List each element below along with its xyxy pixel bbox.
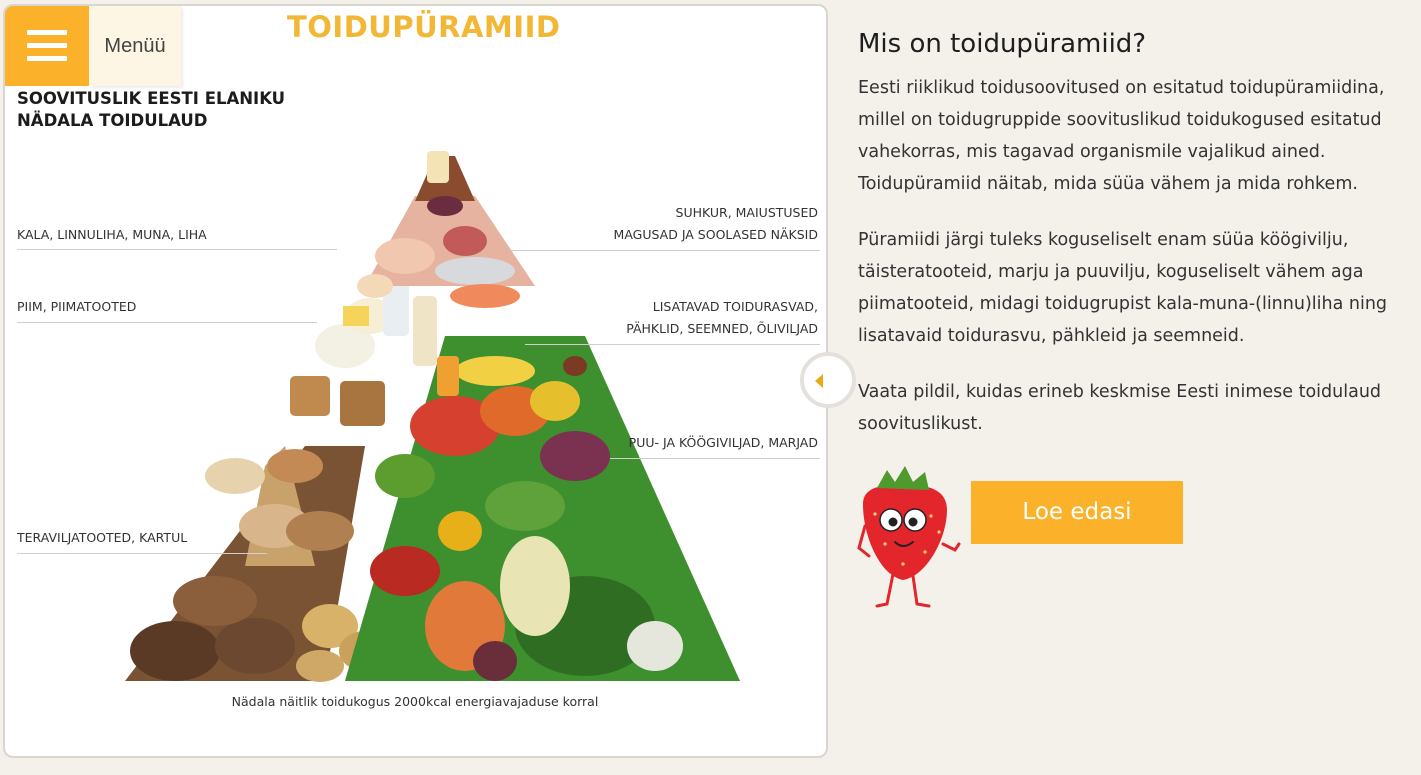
label-fish-meat: KALA, LINNULIHA, MUNA, LIHA bbox=[17, 227, 207, 242]
chevron-left-icon bbox=[815, 374, 823, 388]
label-sweets-line2: MAGUSAD JA SOOLASED NÄKSID bbox=[613, 227, 818, 242]
label-dairy: PIIM, PIIMATOOTED bbox=[17, 299, 137, 314]
pyramid-title: TOIDUPÜRAMIID bbox=[287, 10, 561, 44]
pyramid-subtitle-line2: NÄDALA TOIDULAUD bbox=[17, 111, 208, 130]
info-paragraph: Püramiidi järgi tuleks koguseliselt enam… bbox=[858, 230, 1388, 346]
label-fats-nuts: LISATAVAD TOIDURASVAD, PÄHKLID, SEEMNED,… bbox=[626, 296, 818, 340]
pyramid-subtitle: SOOVITUSLIK EESTI ELANIKU NÄDALA TOIDULA… bbox=[17, 88, 317, 132]
panel-toggle-button[interactable] bbox=[800, 352, 856, 408]
menu-toggle[interactable]: Menüü bbox=[5, 6, 181, 86]
divider bbox=[17, 322, 317, 323]
label-fruits-vegetables: PUU- JA KÖÖGIVILJAD, MARJAD bbox=[628, 435, 818, 450]
label-grains: TERAVILJATOOTED, KARTUL bbox=[17, 530, 188, 545]
strawberry-mascot-icon bbox=[857, 466, 961, 608]
divider bbox=[525, 344, 820, 345]
read-more-button[interactable]: Loe edasi bbox=[971, 481, 1183, 544]
info-panel: Mis on toidupüramiid? Eesti riiklikud to… bbox=[858, 24, 1398, 464]
divider bbox=[510, 250, 820, 251]
info-paragraph: Vaata pildil, kuidas erineb keskmise Ees… bbox=[858, 382, 1382, 434]
info-heading: Mis on toidupüramiid? bbox=[858, 29, 1147, 59]
label-sweets-line1: SUHKUR, MAIUSTUSED bbox=[675, 205, 818, 220]
pyramid-card: Menüü TOIDUPÜRAMIID SOOVITUSLIK EESTI EL… bbox=[3, 4, 828, 758]
divider bbox=[610, 458, 820, 459]
label-fats-nuts-line2: PÄHKLID, SEEMNED, ÕLIVILJAD bbox=[626, 321, 818, 336]
label-fats-nuts-line1: LISATAVAD TOIDURASVAD, bbox=[652, 299, 818, 314]
info-paragraph: Eesti riiklikud toidusoovitused on esita… bbox=[858, 78, 1385, 194]
label-sweets: SUHKUR, MAIUSTUSED MAGUSAD JA SOOLASED N… bbox=[614, 202, 818, 246]
menu-label[interactable]: Menüü bbox=[89, 6, 181, 86]
hamburger-icon[interactable] bbox=[5, 6, 89, 86]
pyramid-subtitle-line1: SOOVITUSLIK EESTI ELANIKU bbox=[17, 89, 286, 108]
divider bbox=[17, 553, 267, 554]
divider bbox=[17, 249, 337, 250]
pyramid-caption: Nädala näitlik toidukogus 2000kcal energ… bbox=[231, 694, 599, 709]
